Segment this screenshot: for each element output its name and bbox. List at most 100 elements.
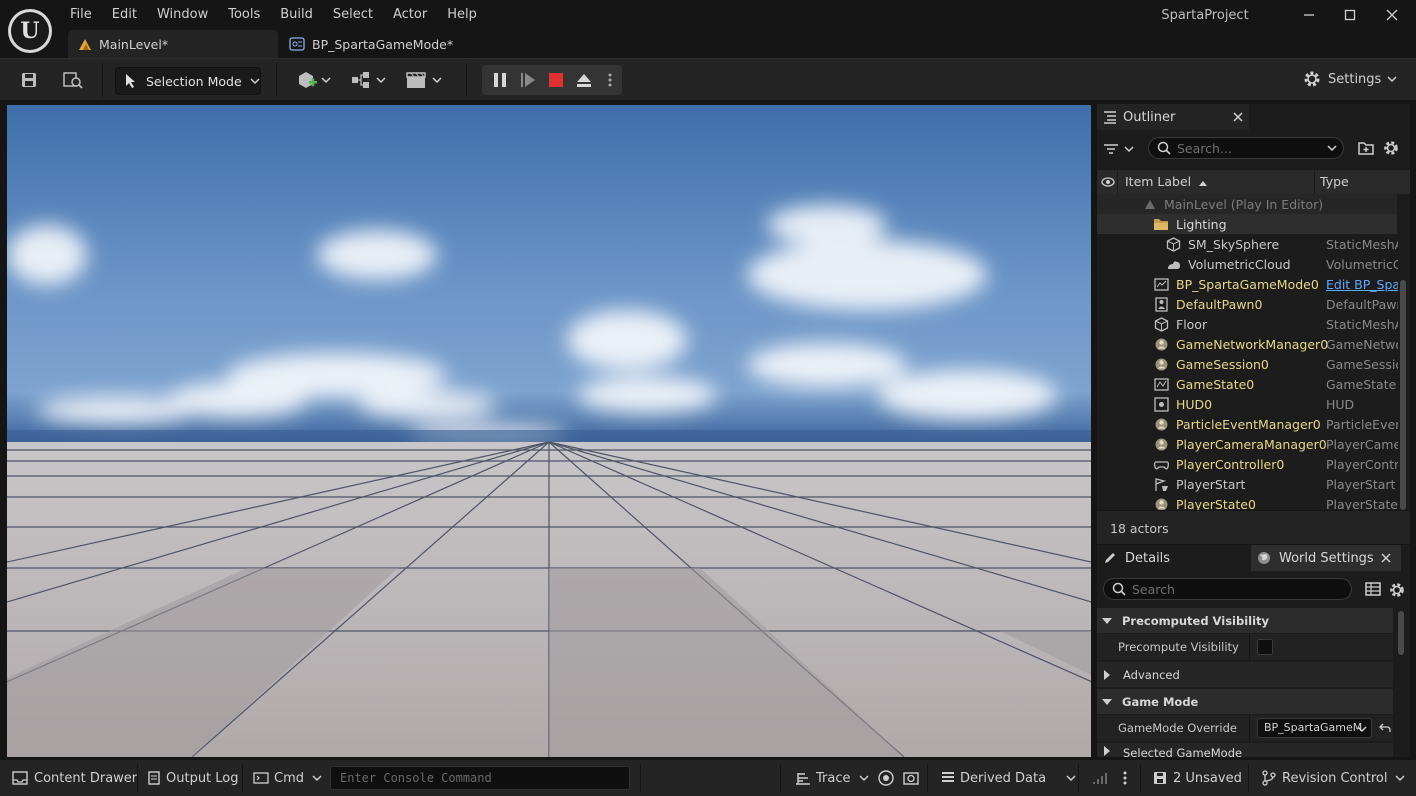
details-search-input[interactable]: Search [1103,578,1352,600]
tab-bp-spartagamemode[interactable]: BP_SpartaGameMode* [279,30,469,58]
category-selected-gamemode[interactable]: Selected GameMode [1097,743,1393,757]
chevron-down-icon [1327,145,1337,152]
column-type[interactable]: Type [1320,170,1349,194]
folder-label: Lighting [1176,216,1227,232]
network-icon[interactable] [1093,771,1109,785]
cmd-dropdown[interactable]: Cmd [253,760,322,796]
menu-file[interactable]: File [60,0,102,30]
screenshot-icon[interactable] [903,770,919,786]
play-options-button[interactable] [600,65,620,95]
mesh-icon [1154,317,1169,332]
menu-build[interactable]: Build [270,0,323,30]
outliner-row[interactable]: BP_SpartaGameMode0 Edit BP_Spa [1097,274,1398,294]
eject-button[interactable] [570,65,598,95]
outliner-row[interactable]: PlayerCameraManager0 PlayerCame [1097,434,1398,454]
menu-tools[interactable]: Tools [218,0,270,30]
add-folder-icon[interactable] [1358,141,1374,155]
outliner-scrollbar[interactable] [1400,280,1406,510]
actor-icon [1154,437,1169,452]
outliner-row[interactable]: ParticleEventManager0 ParticleEven [1097,414,1398,434]
content-drawer-button[interactable]: Content Drawer [12,760,137,796]
console-command-input[interactable]: Enter Console Command [330,766,630,790]
record-icon[interactable] [878,770,894,786]
reset-arrow-icon[interactable] [1379,723,1391,733]
tab-details[interactable]: Details [1097,545,1247,571]
stop-button[interactable] [542,65,570,95]
menu-edit[interactable]: Edit [102,0,147,30]
precompute-checkbox[interactable] [1257,639,1273,655]
settings-button[interactable]: Settings [1302,69,1397,89]
chevron-down-icon [1395,775,1405,782]
category-precomputed-label: Precomputed Visibility [1122,613,1270,628]
output-log-button[interactable]: Output Log [148,760,239,796]
category-advanced[interactable]: Advanced [1097,662,1393,687]
close-icon[interactable] [1233,112,1243,122]
cinematics-button[interactable] [404,63,444,97]
category-game-mode[interactable]: Game Mode [1097,689,1393,714]
table-view-icon[interactable] [1365,582,1381,596]
level-viewport[interactable] [7,105,1091,757]
column-item-label[interactable]: Item Label [1117,170,1315,194]
actor-icon [1154,337,1169,352]
outliner-row[interactable]: PlayerStart PlayerStart [1097,474,1397,494]
more-vertical-icon[interactable] [1123,771,1127,785]
outliner-row[interactable]: HUD0 HUD [1097,394,1397,414]
outliner-row-label: DefaultPawn0 [1176,296,1263,312]
prop-precompute-label: Precompute Visibility [1118,640,1239,654]
close-button[interactable] [1371,0,1413,30]
menu-window[interactable]: Window [147,0,218,30]
gear-icon[interactable] [1382,139,1400,157]
trace-dropdown[interactable]: Trace [795,760,869,796]
prop-gamemode-override: GameMode Override BP_SpartaGameM [1097,715,1393,741]
derived-data-dropdown[interactable]: Derived Data [941,760,1076,796]
outliner-row[interactable]: GameSession0 GameSessio [1097,354,1398,374]
unsaved-button[interactable]: 2 Unsaved [1153,760,1242,796]
browse-button[interactable] [58,63,88,97]
menu-help[interactable]: Help [437,0,487,30]
save-button[interactable] [14,63,44,97]
outliner-row[interactable]: PlayerController0 PlayerContro [1097,454,1398,474]
tab-outliner[interactable]: Outliner [1097,104,1249,130]
outliner-row-type: GameSessio [1326,356,1398,372]
minimize-button[interactable] [1288,0,1330,30]
eye-icon[interactable] [1101,177,1115,187]
viewport-scene [7,105,1091,757]
category-precomputed-visibility[interactable]: Precomputed Visibility [1097,608,1393,633]
outliner-row-label: ParticleEventManager0 [1176,416,1321,432]
gear-icon[interactable] [1388,581,1406,599]
chevron-down-icon [312,775,322,782]
add-actor-button[interactable] [294,63,334,97]
tab-world-settings[interactable]: World Settings [1251,545,1401,571]
filter-button[interactable] [1103,138,1141,160]
outliner-row-type: PlayerContro [1326,456,1398,472]
gamemode-override-dropdown[interactable]: BP_SpartaGameM [1257,718,1372,738]
outliner-row[interactable]: VolumetricCloud VolumetricC [1097,254,1398,274]
outliner-search-input[interactable]: Search... [1148,137,1344,159]
revision-control-dropdown[interactable]: Revision Control [1262,760,1405,796]
details-scrollbar[interactable] [1398,611,1404,655]
outliner-row[interactable]: GameState0 GameState [1097,374,1397,394]
search-icon [1157,141,1171,155]
pause-button[interactable] [486,65,514,95]
tree-row-level[interactable]: MainLevel (Play In Editor) [1097,194,1397,214]
cloud-icon [1166,257,1181,272]
selection-mode-dropdown[interactable]: Selection Mode [115,67,261,95]
clapboard-icon [406,72,442,88]
unreal-logo[interactable]: U [8,9,52,53]
edit-blueprint-link[interactable]: Edit BP_Spa [1326,277,1398,292]
maximize-button[interactable] [1329,0,1371,30]
menu-select[interactable]: Select [323,0,383,30]
outliner-row[interactable]: DefaultPawn0 DefaultPawn [1097,294,1398,314]
outliner-row[interactable]: SM_SkySphere StaticMeshA [1097,234,1398,254]
outliner-row[interactable]: GameNetworkManager0 GameNetwo [1097,334,1398,354]
tab-mainlevel[interactable]: MainLevel* [68,30,278,58]
details-panel: Details World Settings Search Precompute… [1097,545,1410,757]
menu-actor[interactable]: Actor [383,0,437,30]
close-icon[interactable] [1381,553,1391,563]
outliner-footer: 18 actors [1097,510,1410,544]
frame-skip-button[interactable] [514,65,542,95]
tree-row-folder-lighting[interactable]: Lighting [1097,214,1397,234]
outliner-row[interactable]: Floor StaticMeshA [1097,314,1398,334]
outliner-row-type: HUD [1326,396,1355,412]
blueprints-button[interactable] [348,63,388,97]
